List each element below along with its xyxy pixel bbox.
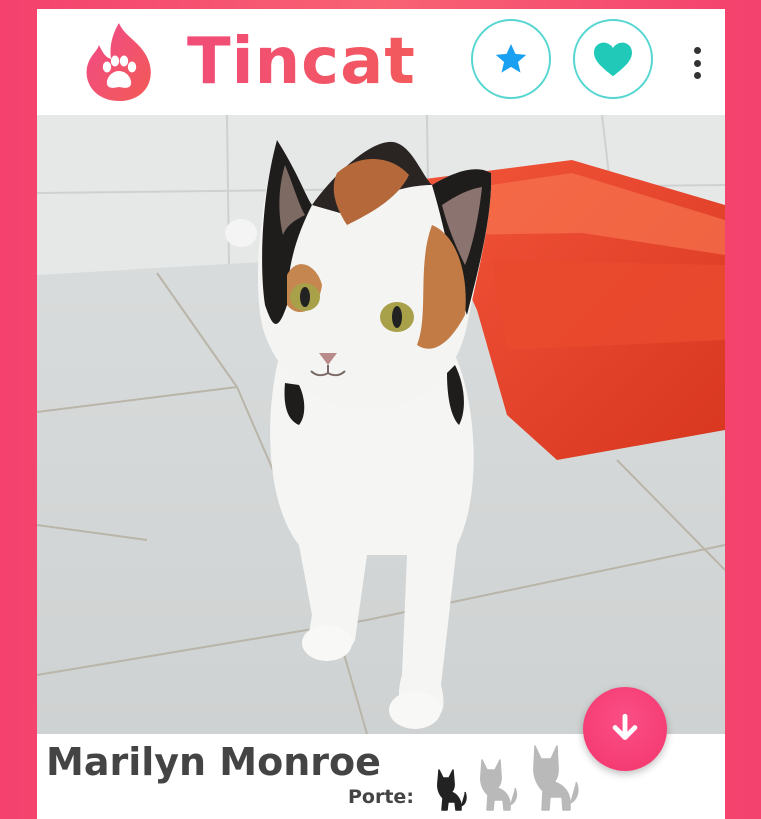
heart-icon bbox=[594, 42, 632, 77]
more-vertical-icon[interactable] bbox=[685, 43, 709, 83]
star-icon bbox=[495, 43, 527, 73]
cat-silhouette-icon bbox=[533, 745, 579, 811]
like-button[interactable] bbox=[573, 19, 653, 99]
cat-silhouette-icon bbox=[437, 769, 467, 811]
flame-paw-icon bbox=[81, 17, 157, 105]
cat-photo[interactable] bbox=[37, 115, 725, 734]
cat-silhouette-icon bbox=[480, 759, 518, 811]
app-title: Tincat bbox=[187, 25, 416, 99]
arrow-down-icon bbox=[612, 713, 638, 740]
profile-name: Marilyn Monroe bbox=[46, 740, 381, 784]
app-header: Tincat bbox=[37, 9, 725, 115]
app-frame: Tincat Marilyn Monroe Porte: bbox=[37, 9, 725, 819]
expand-details-button[interactable] bbox=[583, 687, 667, 771]
size-label: Porte: bbox=[348, 786, 414, 808]
favorite-button[interactable] bbox=[471, 19, 551, 99]
